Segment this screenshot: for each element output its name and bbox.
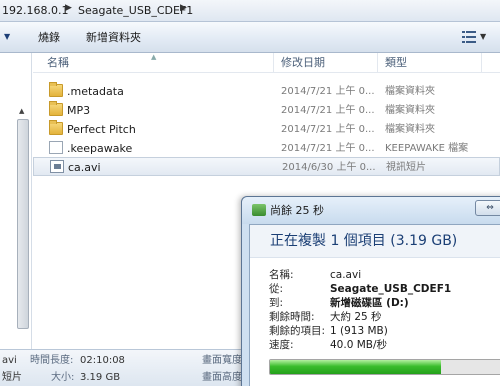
file-type: 檔案資料夾 <box>385 105 435 116</box>
details-size-value: 3.19 GB <box>80 372 121 383</box>
view-dropdown-icon[interactable]: ▼ <box>480 32 486 41</box>
details-frame-width-label: 畫面寬度 <box>202 355 242 366</box>
from-value-link[interactable]: Seagate_USB_CDEF1 <box>330 283 451 296</box>
sort-indicator-icon: ▲ <box>151 53 157 61</box>
file-row[interactable]: Perfect Pitch 2014/7/21 上午 0... 檔案資料夾 <box>33 120 500 139</box>
file-modified: 2014/6/30 上午 0... <box>282 162 376 173</box>
to-label: 到: <box>269 297 284 309</box>
file-type: 檔案資料夾 <box>385 86 435 97</box>
command-toolbar: ▼ 燒錄 新增資料夾 ▼ <box>0 22 500 53</box>
burn-button[interactable]: 燒錄 <box>38 30 60 46</box>
time-left-value: 大約 25 秒 <box>330 311 382 323</box>
file-type: 檔案資料夾 <box>385 124 435 135</box>
breadcrumb-separator-icon[interactable]: ▶ <box>180 3 187 13</box>
file-row-selected[interactable]: ca.avi 2014/6/30 上午 0... 視訊短片 <box>33 157 500 176</box>
view-options-icon[interactable] <box>462 31 476 43</box>
details-size-label: 大小: <box>51 372 75 383</box>
file-name: Perfect Pitch <box>67 123 136 136</box>
name-label: 名稱: <box>269 269 294 281</box>
file-row[interactable]: .keepawake 2014/7/21 上午 0... KEEPAWAKE 檔… <box>33 139 500 158</box>
column-type[interactable]: 類型 <box>385 56 407 70</box>
file-modified: 2014/7/21 上午 0... <box>281 143 375 154</box>
folder-icon <box>49 101 63 116</box>
time-left-label: 剩餘時間: <box>269 311 315 323</box>
organize-dropdown-icon[interactable]: ▼ <box>4 32 10 41</box>
navigation-pane: ▲ ▼ <box>0 53 32 386</box>
details-kind: 短片 <box>2 372 22 383</box>
copy-progress-icon <box>252 204 266 216</box>
dialog-body: 正在複製 1 個項目 (3.19 GB) 名稱: ca.avi 從: Seaga… <box>249 224 500 386</box>
scroll-up-icon[interactable]: ▲ <box>19 107 24 115</box>
copy-progress-bar <box>269 359 500 375</box>
folder-icon <box>49 82 63 97</box>
new-folder-button[interactable]: 新增資料夾 <box>86 30 141 46</box>
file-type: KEEPAWAKE 檔案 <box>385 143 469 154</box>
breadcrumb-separator-icon[interactable]: ▶ <box>65 3 72 13</box>
column-header-row: ▲ 名稱 修改日期 類型 <box>33 53 500 73</box>
file-name: MP3 <box>67 104 91 117</box>
column-name[interactable]: 名稱 <box>47 56 69 70</box>
file-modified: 2014/7/21 上午 0... <box>281 105 375 116</box>
copy-progress-dialog: 尚餘 25 秒 ⇔ 正在複製 1 個項目 (3.19 GB) 名稱: ca.av… <box>241 196 500 386</box>
items-left-label: 剩餘的項目: <box>269 325 326 337</box>
file-modified: 2014/7/21 上午 0... <box>281 86 375 97</box>
column-divider[interactable] <box>481 53 482 73</box>
breadcrumb-host[interactable]: 192.168.0.1 <box>2 3 68 19</box>
file-icon <box>49 141 63 154</box>
breadcrumb-share[interactable]: Seagate_USB_CDEF1 <box>78 3 193 19</box>
details-length-label: 時間長度: <box>30 355 74 366</box>
file-name: .keepawake <box>67 142 133 155</box>
from-label: 從: <box>269 283 284 295</box>
name-value: ca.avi <box>330 269 362 281</box>
restore-window-button[interactable]: ⇔ <box>475 200 500 216</box>
dialog-titlebar[interactable]: 尚餘 25 秒 ⇔ <box>242 197 500 224</box>
dialog-title: 尚餘 25 秒 <box>270 204 324 217</box>
speed-label: 速度: <box>269 339 294 351</box>
file-name: ca.avi <box>68 161 101 174</box>
dialog-heading-area: 正在複製 1 個項目 (3.19 GB) <box>250 225 500 258</box>
folder-icon <box>49 120 63 135</box>
details-frame-height-label: 畫面高度 <box>202 372 242 383</box>
dialog-heading: 正在複製 1 個項目 (3.19 GB) <box>270 233 458 249</box>
items-left-value: 1 (913 MB) <box>330 325 388 337</box>
to-value-link[interactable]: 新增磁碟區 (D:) <box>330 297 409 310</box>
details-file-name: avi <box>2 355 17 366</box>
address-bar[interactable]: 192.168.0.1 ▶ Seagate_USB_CDEF1 ▶ <box>0 0 500 22</box>
speed-value: 40.0 MB/秒 <box>330 339 388 351</box>
progress-fill <box>270 360 442 374</box>
column-divider[interactable] <box>273 53 274 73</box>
file-row[interactable]: .metadata 2014/7/21 上午 0... 檔案資料夾 <box>33 82 500 101</box>
video-file-icon <box>50 160 64 173</box>
file-type: 視訊短片 <box>386 162 426 173</box>
column-divider[interactable] <box>377 53 378 73</box>
column-modified[interactable]: 修改日期 <box>281 56 325 70</box>
nav-scrollbar-thumb[interactable] <box>17 119 29 329</box>
details-length-value: 02:10:08 <box>80 355 125 366</box>
file-name: .metadata <box>67 85 124 98</box>
file-modified: 2014/7/21 上午 0... <box>281 124 375 135</box>
file-row[interactable]: MP3 2014/7/21 上午 0... 檔案資料夾 <box>33 101 500 120</box>
